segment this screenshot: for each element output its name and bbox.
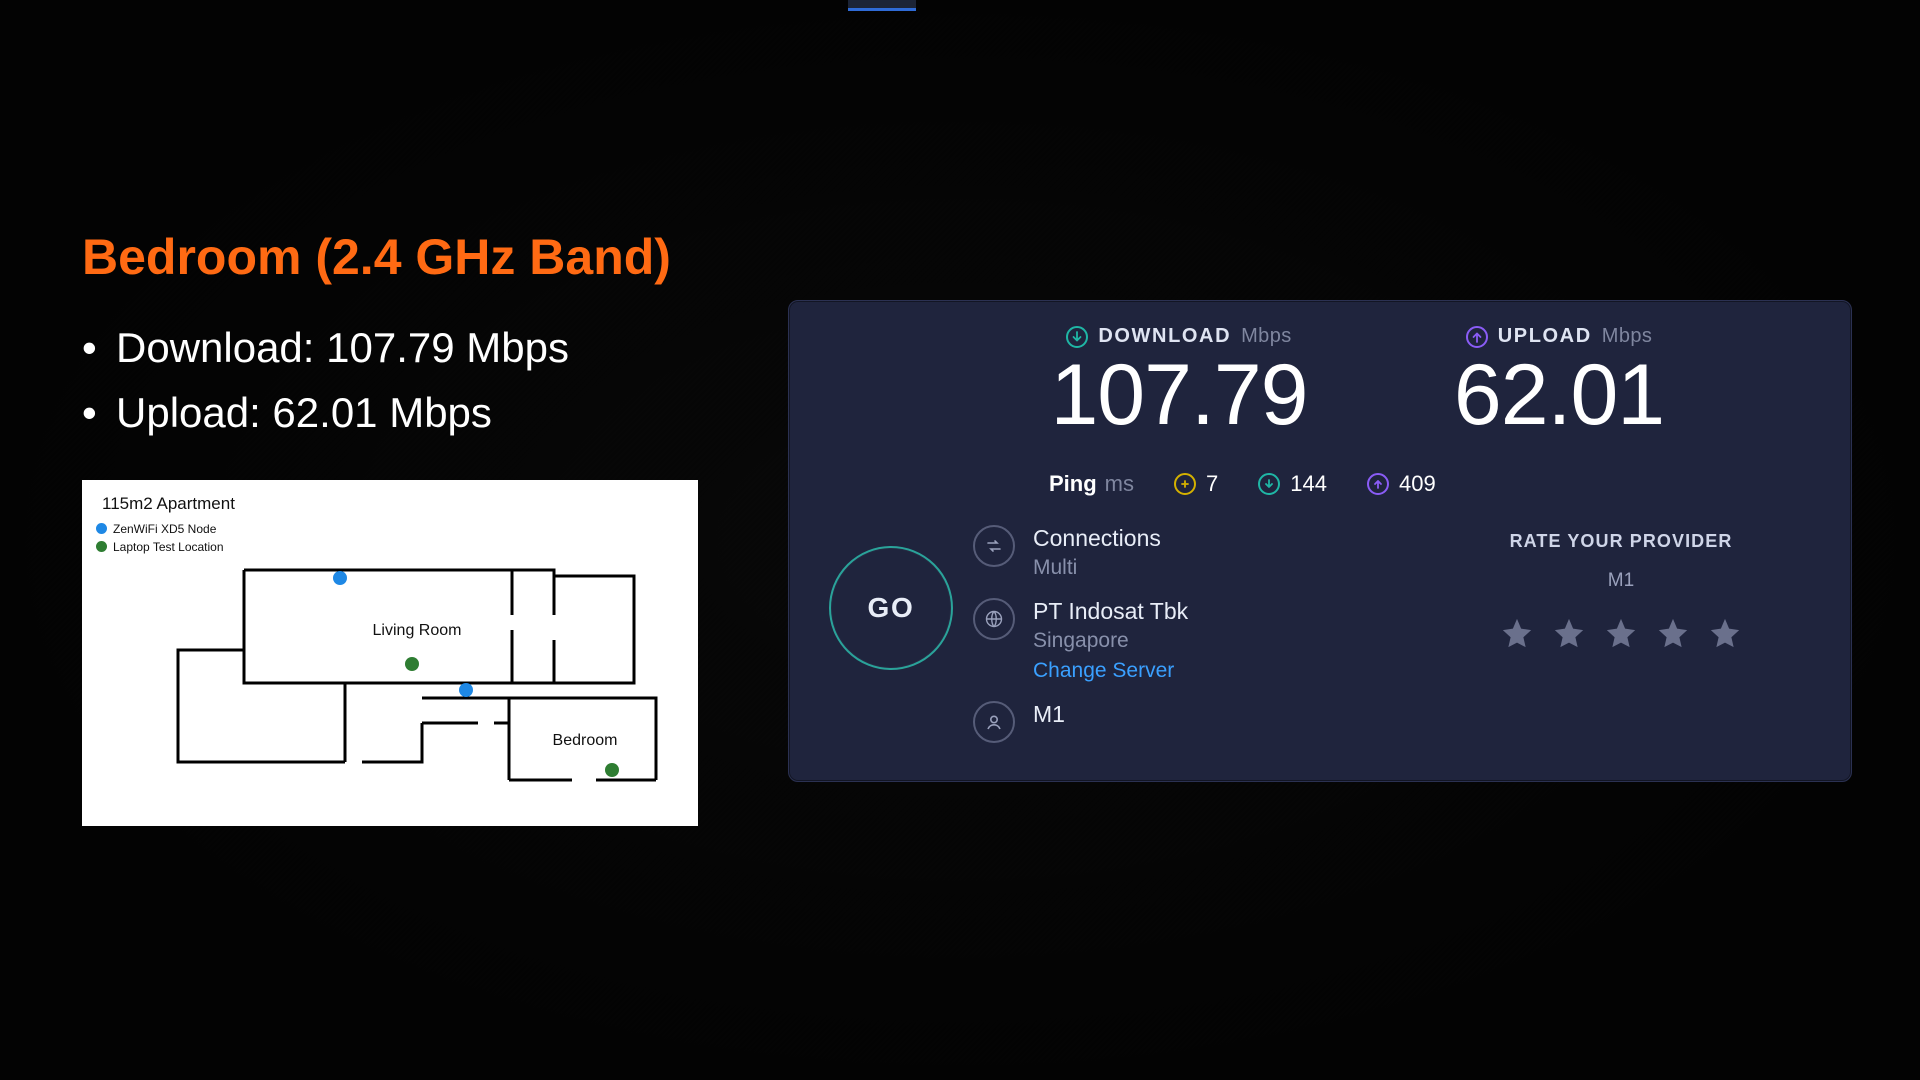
slide-title: Bedroom (2.4 GHz Band) — [82, 230, 671, 285]
upload-label: UPLOAD — [1498, 325, 1592, 348]
upload-metric: UPLOAD Mbps 62.01 — [1429, 325, 1689, 440]
download-unit: Mbps — [1241, 325, 1292, 348]
node-marker-2-icon — [459, 683, 473, 697]
rating-stars — [1461, 616, 1781, 650]
server-title: PT Indosat Tbk — [1033, 598, 1188, 625]
star-1-icon[interactable] — [1500, 616, 1534, 650]
user-icon — [973, 701, 1015, 743]
floorplan-card: 115m2 Apartment ZenWiFi XD5 Node Laptop … — [82, 480, 698, 826]
isp-title: M1 — [1033, 701, 1065, 728]
node-marker-1-icon — [333, 571, 347, 585]
server-item[interactable]: PT Indosat Tbk Singapore Change Server — [973, 598, 1188, 683]
star-5-icon[interactable] — [1708, 616, 1742, 650]
upload-unit: Mbps — [1602, 325, 1653, 348]
upload-bullet: Upload: 62.01 Mbps — [82, 380, 569, 445]
ping-idle-value: 7 — [1206, 471, 1218, 497]
room-label-living: Living Room — [373, 622, 462, 639]
ping-idle-icon — [1174, 473, 1196, 495]
download-metric: DOWNLOAD Mbps 107.79 — [1049, 325, 1309, 440]
star-3-icon[interactable] — [1604, 616, 1638, 650]
download-arrow-icon — [1066, 326, 1088, 348]
ping-up-icon — [1367, 473, 1389, 495]
connections-item[interactable]: Connections Multi — [973, 525, 1188, 580]
connections-value: Multi — [1033, 556, 1161, 580]
ping-down-value: 144 — [1290, 471, 1327, 497]
connections-icon — [973, 525, 1015, 567]
connections-title: Connections — [1033, 525, 1161, 552]
download-bullet: Download: 107.79 Mbps — [82, 315, 569, 380]
go-button[interactable]: GO — [829, 546, 953, 670]
laptop-marker-bedroom-icon — [605, 763, 619, 777]
slide-bullets: Download: 107.79 Mbps Upload: 62.01 Mbps — [82, 315, 569, 445]
browser-tab-highlight — [848, 0, 916, 11]
download-value: 107.79 — [1049, 350, 1309, 440]
ping-label: Ping — [1049, 471, 1097, 496]
change-server-link[interactable]: Change Server — [1033, 659, 1188, 683]
room-label-bedroom: Bedroom — [553, 732, 618, 749]
ping-unit: ms — [1105, 471, 1134, 496]
ping-up-value: 409 — [1399, 471, 1436, 497]
ping-row: Pingms 7 144 409 — [1049, 471, 1436, 497]
isp-item[interactable]: M1 — [973, 701, 1188, 743]
star-4-icon[interactable] — [1656, 616, 1690, 650]
laptop-marker-living-icon — [405, 657, 419, 671]
rate-provider-name: M1 — [1461, 570, 1781, 592]
rate-block: RATE YOUR PROVIDER M1 — [1461, 531, 1781, 650]
speedtest-card: DOWNLOAD Mbps 107.79 UPLOAD Mbps 62.01 P… — [788, 300, 1852, 782]
star-2-icon[interactable] — [1552, 616, 1586, 650]
rate-title: RATE YOUR PROVIDER — [1461, 531, 1781, 552]
ping-down-icon — [1258, 473, 1280, 495]
download-label: DOWNLOAD — [1098, 325, 1231, 348]
upload-arrow-icon — [1466, 326, 1488, 348]
globe-icon — [973, 598, 1015, 640]
upload-value: 62.01 — [1429, 350, 1689, 440]
server-location: Singapore — [1033, 629, 1188, 653]
floorplan-diagram: Living Room Bedroom — [82, 480, 698, 826]
